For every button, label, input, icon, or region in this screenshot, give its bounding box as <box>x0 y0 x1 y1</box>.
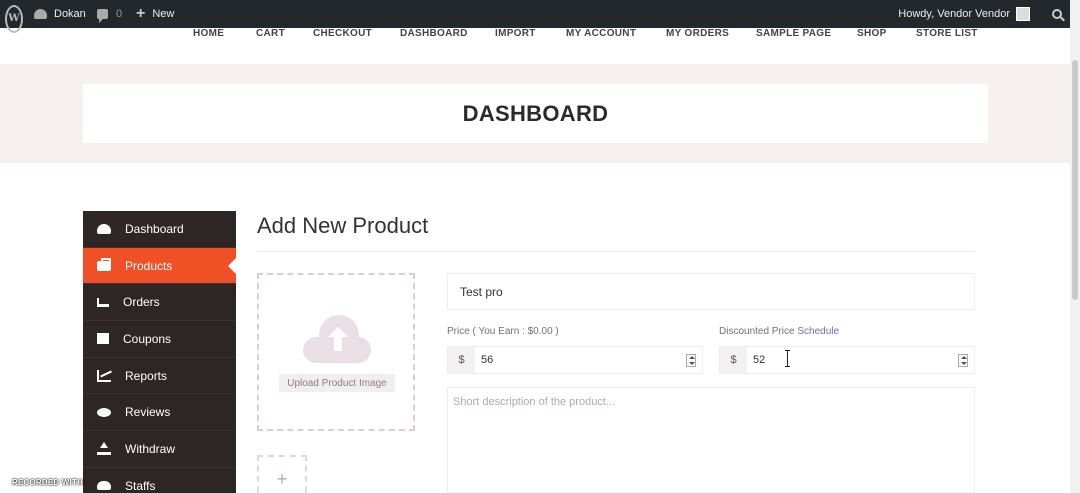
site-name-link[interactable]: Dokan <box>34 0 86 28</box>
discount-price-input[interactable]: 52 <box>747 354 958 366</box>
sidebar-item-products[interactable]: Products <box>83 247 236 285</box>
gift-icon <box>97 333 109 345</box>
search-icon <box>1052 9 1062 19</box>
nav-import[interactable]: IMPORT <box>495 28 536 39</box>
search-button[interactable] <box>1052 0 1062 28</box>
chart-icon <box>97 369 111 382</box>
sidebar-item-orders[interactable]: Orders <box>83 284 236 322</box>
add-product-title: Add New Product <box>257 213 429 238</box>
sidebar-item-label: Reviews <box>125 405 171 420</box>
new-label: New <box>152 8 175 20</box>
nav-sample-page[interactable]: SAMPLE PAGE <box>756 28 831 39</box>
admin-bar: W Dokan 0 + New Howdy, Vendor Vendor <box>0 0 1070 33</box>
price-field: $ 56 <box>447 346 703 374</box>
site-name: Dokan <box>54 8 86 20</box>
price-input[interactable]: 56 <box>475 354 686 366</box>
cloud-upload-icon <box>303 313 371 363</box>
nav-cart[interactable]: CART <box>256 28 285 39</box>
scrollbar-thumb[interactable] <box>1072 60 1078 300</box>
schedule-link[interactable]: Schedule <box>797 326 839 337</box>
page-banner: DASHBOARD <box>0 64 1070 163</box>
nav-store-list[interactable]: STORE LIST <box>916 28 978 39</box>
recording-watermark: RECORDED WITH <box>12 478 84 487</box>
page-heading: DASHBOARD <box>462 100 609 126</box>
avatar <box>1016 7 1030 21</box>
title-divider <box>257 251 975 252</box>
dashboard-icon <box>97 223 111 234</box>
sidebar-item-withdraw[interactable]: Withdraw <box>83 431 236 468</box>
sidebar-item-coupons[interactable]: Coupons <box>83 321 236 358</box>
cart-icon <box>97 297 109 307</box>
sidebar-item-label: Coupons <box>123 331 172 346</box>
sidebar-item-label: Staffs <box>125 478 156 493</box>
comment-bubble-icon <box>97 9 108 23</box>
text-cursor-icon <box>785 350 790 367</box>
currency-addon: $ <box>448 347 475 373</box>
short-description-textarea[interactable]: Short description of the product... <box>447 387 975 493</box>
price-label: Price ( You Earn : $0.00 ) <box>447 326 559 337</box>
sidebar-item-label: Dashboard <box>125 221 184 236</box>
dashboard-sidebar: Dashboard Products Orders Coupons Report… <box>83 211 236 493</box>
sidebar-item-staffs[interactable]: Staffs <box>83 468 236 493</box>
comments-icon <box>97 407 111 417</box>
nav-dashboard[interactable]: DASHBOARD <box>400 28 468 39</box>
currency-addon: $ <box>720 347 747 373</box>
banner-card: DASHBOARD <box>83 84 988 143</box>
comments-link[interactable]: 0 <box>97 0 122 28</box>
main-nav: HOME CART CHECKOUT DASHBOARD IMPORT MY A… <box>0 28 1070 64</box>
briefcase-icon <box>97 257 111 271</box>
discount-price-field: $ 52 <box>719 346 975 374</box>
nav-my-account[interactable]: MY ACCOUNT <box>566 28 636 39</box>
new-content-link[interactable]: + New <box>136 0 174 28</box>
product-name-input[interactable]: Test pro <box>447 273 975 310</box>
sidebar-item-label: Products <box>125 258 173 273</box>
dashboard-gauge-icon <box>34 9 47 19</box>
featured-image-dropzone[interactable]: Upload Product Image <box>257 273 415 431</box>
sidebar-item-label: Reports <box>125 368 168 383</box>
sidebar-item-reviews[interactable]: Reviews <box>83 394 236 432</box>
comments-count: 0 <box>116 8 123 20</box>
users-icon <box>97 481 111 491</box>
price-stepper[interactable] <box>686 353 696 367</box>
discount-stepper[interactable] <box>958 353 968 367</box>
page-scrollbar[interactable] <box>1070 0 1080 493</box>
upload-icon <box>97 441 111 455</box>
nav-checkout[interactable]: CHECKOUT <box>313 28 372 39</box>
upload-product-image-button[interactable]: Upload Product Image <box>279 374 395 392</box>
account-menu[interactable]: Howdy, Vendor Vendor <box>898 0 1030 28</box>
plus-icon: + <box>136 5 146 22</box>
add-gallery-image-button[interactable]: + <box>257 455 307 493</box>
nav-home[interactable]: HOME <box>193 28 224 39</box>
nav-my-orders[interactable]: MY ORDERS <box>666 28 729 39</box>
sidebar-item-dashboard[interactable]: Dashboard <box>83 211 236 248</box>
discount-label-text: Discounted Price <box>719 326 795 337</box>
sidebar-item-reports[interactable]: Reports <box>83 358 236 395</box>
discounted-price-label: Discounted Price Schedule <box>719 326 839 337</box>
howdy-text: Howdy, Vendor Vendor <box>898 8 1010 20</box>
nav-shop[interactable]: SHOP <box>857 28 887 39</box>
sidebar-item-label: Orders <box>123 295 160 310</box>
sidebar-item-label: Withdraw <box>125 441 176 456</box>
